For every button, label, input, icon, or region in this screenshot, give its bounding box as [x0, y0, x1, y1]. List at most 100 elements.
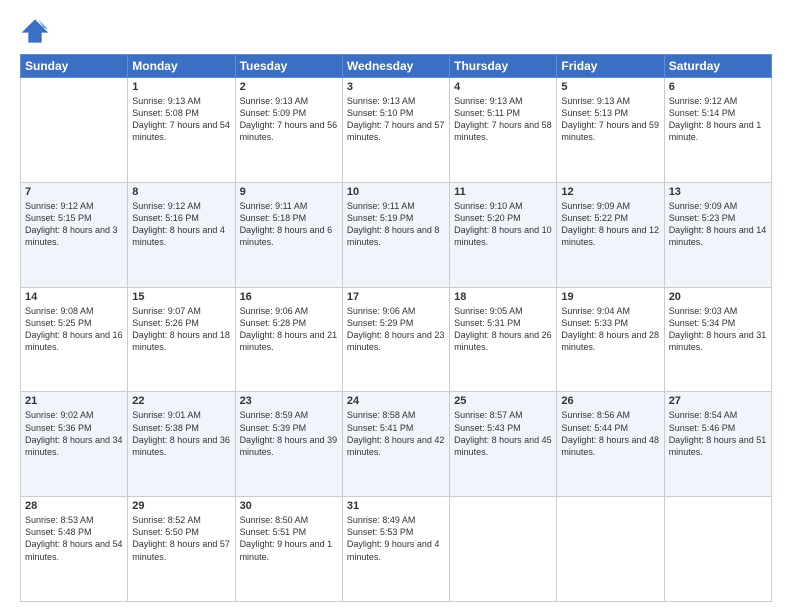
cell-info: Sunrise: 8:53 AM Sunset: 5:48 PM Dayligh…: [25, 514, 123, 563]
weekday-header-friday: Friday: [557, 55, 664, 78]
calendar-cell: 28 Sunrise: 8:53 AM Sunset: 5:48 PM Dayli…: [21, 497, 128, 602]
day-number: 1: [132, 81, 230, 93]
day-number: 16: [240, 291, 338, 303]
cell-info: Sunrise: 9:13 AM Sunset: 5:10 PM Dayligh…: [347, 95, 445, 144]
day-number: 10: [347, 186, 445, 198]
calendar-cell: 15 Sunrise: 9:07 AM Sunset: 5:26 PM Dayli…: [128, 287, 235, 392]
weekday-header-wednesday: Wednesday: [342, 55, 449, 78]
calendar-cell: 14Sunrise: 9:08 AM Sunset: 5:25 PM Dayli…: [21, 287, 128, 392]
day-number: 6: [669, 81, 767, 93]
day-number: 7: [25, 186, 123, 198]
calendar-cell: 23Sunrise: 8:59 AM Sunset: 5:39 PM Dayli…: [235, 392, 342, 497]
calendar-cell: 1 Sunrise: 9:13 AM Sunset: 5:08 PM Daylig…: [128, 78, 235, 183]
day-number: 27: [669, 395, 767, 407]
weekday-header-monday: Monday: [128, 55, 235, 78]
day-number: 21: [25, 395, 123, 407]
day-number: 5: [561, 81, 659, 93]
cell-info: Sunrise: 9:13 AM Sunset: 5:13 PM Dayligh…: [561, 95, 659, 144]
cell-info: Sunrise: 9:09 AM Sunset: 5:22 PM Dayligh…: [561, 200, 659, 249]
page-header: [20, 16, 772, 46]
calendar-cell: 10 Sunrise: 9:11 AM Sunset: 5:19 PM Dayli…: [342, 182, 449, 287]
calendar-cell: 18Sunrise: 9:05 AM Sunset: 5:31 PM Dayli…: [450, 287, 557, 392]
day-number: 15: [132, 291, 230, 303]
cell-info: Sunrise: 9:01 AM Sunset: 5:38 PM Dayligh…: [132, 409, 230, 458]
day-number: 29: [132, 500, 230, 512]
calendar-cell: 7 Sunrise: 9:12 AM Sunset: 5:15 PM Daylig…: [21, 182, 128, 287]
calendar-cell: 30 Sunrise: 8:50 AM Sunset: 5:51 PM Dayli…: [235, 497, 342, 602]
calendar-cell: 24 Sunrise: 8:58 AM Sunset: 5:41 PM Dayli…: [342, 392, 449, 497]
calendar-cell: 3 Sunrise: 9:13 AM Sunset: 5:10 PM Daylig…: [342, 78, 449, 183]
cell-info: Sunrise: 9:07 AM Sunset: 5:26 PM Dayligh…: [132, 305, 230, 354]
cell-info: Sunrise: 8:56 AM Sunset: 5:44 PM Dayligh…: [561, 409, 659, 458]
calendar-cell: [450, 497, 557, 602]
day-number: 30: [240, 500, 338, 512]
calendar-cell: 17Sunrise: 9:06 AM Sunset: 5:29 PM Dayli…: [342, 287, 449, 392]
calendar-cell: 27 Sunrise: 8:54 AM Sunset: 5:46 PM Dayli…: [664, 392, 771, 497]
calendar-table: SundayMondayTuesdayWednesdayThursdayFrid…: [20, 54, 772, 602]
calendar-cell: 29 Sunrise: 8:52 AM Sunset: 5:50 PM Dayli…: [128, 497, 235, 602]
calendar-cell: [557, 497, 664, 602]
weekday-header-saturday: Saturday: [664, 55, 771, 78]
cell-info: Sunrise: 9:06 AM Sunset: 5:28 PM Dayligh…: [240, 305, 338, 354]
logo-icon: [20, 16, 50, 46]
cell-info: Sunrise: 8:59 AM Sunset: 5:39 PM Dayligh…: [240, 409, 338, 458]
day-number: 14: [25, 291, 123, 303]
cell-info: Sunrise: 9:03 AM Sunset: 5:34 PM Dayligh…: [669, 305, 767, 354]
calendar-cell: 12 Sunrise: 9:09 AM Sunset: 5:22 PM Dayli…: [557, 182, 664, 287]
calendar-cell: 4 Sunrise: 9:13 AM Sunset: 5:11 PM Daylig…: [450, 78, 557, 183]
cell-info: Sunrise: 9:12 AM Sunset: 5:16 PM Dayligh…: [132, 200, 230, 249]
calendar-cell: 8 Sunrise: 9:12 AM Sunset: 5:16 PM Daylig…: [128, 182, 235, 287]
day-number: 31: [347, 500, 445, 512]
calendar-cell: 19 Sunrise: 9:04 AM Sunset: 5:33 PM Dayli…: [557, 287, 664, 392]
week-row-2: 14Sunrise: 9:08 AM Sunset: 5:25 PM Dayli…: [21, 287, 772, 392]
day-number: 11: [454, 186, 552, 198]
cell-info: Sunrise: 9:04 AM Sunset: 5:33 PM Dayligh…: [561, 305, 659, 354]
day-number: 9: [240, 186, 338, 198]
calendar-cell: 21 Sunrise: 9:02 AM Sunset: 5:36 PM Dayli…: [21, 392, 128, 497]
week-row-0: 1 Sunrise: 9:13 AM Sunset: 5:08 PM Daylig…: [21, 78, 772, 183]
calendar-cell: 5 Sunrise: 9:13 AM Sunset: 5:13 PM Daylig…: [557, 78, 664, 183]
day-number: 25: [454, 395, 552, 407]
weekday-header-tuesday: Tuesday: [235, 55, 342, 78]
day-number: 13: [669, 186, 767, 198]
cell-info: Sunrise: 9:13 AM Sunset: 5:09 PM Dayligh…: [240, 95, 338, 144]
calendar-cell: 22 Sunrise: 9:01 AM Sunset: 5:38 PM Dayli…: [128, 392, 235, 497]
cell-info: Sunrise: 9:11 AM Sunset: 5:18 PM Dayligh…: [240, 200, 338, 249]
day-number: 28: [25, 500, 123, 512]
cell-info: Sunrise: 8:50 AM Sunset: 5:51 PM Dayligh…: [240, 514, 338, 563]
cell-info: Sunrise: 8:58 AM Sunset: 5:41 PM Dayligh…: [347, 409, 445, 458]
cell-info: Sunrise: 9:11 AM Sunset: 5:19 PM Dayligh…: [347, 200, 445, 249]
cell-info: Sunrise: 9:09 AM Sunset: 5:23 PM Dayligh…: [669, 200, 767, 249]
week-row-3: 21 Sunrise: 9:02 AM Sunset: 5:36 PM Dayli…: [21, 392, 772, 497]
calendar-cell: 16 Sunrise: 9:06 AM Sunset: 5:28 PM Dayli…: [235, 287, 342, 392]
calendar-cell: [664, 497, 771, 602]
cell-info: Sunrise: 9:12 AM Sunset: 5:14 PM Dayligh…: [669, 95, 767, 144]
cell-info: Sunrise: 9:13 AM Sunset: 5:11 PM Dayligh…: [454, 95, 552, 144]
cell-info: Sunrise: 8:52 AM Sunset: 5:50 PM Dayligh…: [132, 514, 230, 563]
week-row-1: 7 Sunrise: 9:12 AM Sunset: 5:15 PM Daylig…: [21, 182, 772, 287]
cell-info: Sunrise: 8:57 AM Sunset: 5:43 PM Dayligh…: [454, 409, 552, 458]
calendar-cell: 9 Sunrise: 9:11 AM Sunset: 5:18 PM Daylig…: [235, 182, 342, 287]
calendar-cell: 20 Sunrise: 9:03 AM Sunset: 5:34 PM Dayli…: [664, 287, 771, 392]
day-number: 20: [669, 291, 767, 303]
cell-info: Sunrise: 8:54 AM Sunset: 5:46 PM Dayligh…: [669, 409, 767, 458]
week-row-4: 28 Sunrise: 8:53 AM Sunset: 5:48 PM Dayli…: [21, 497, 772, 602]
weekday-header-row: SundayMondayTuesdayWednesdayThursdayFrid…: [21, 55, 772, 78]
day-number: 19: [561, 291, 659, 303]
day-number: 12: [561, 186, 659, 198]
calendar-cell: 2Sunrise: 9:13 AM Sunset: 5:09 PM Daylig…: [235, 78, 342, 183]
logo: [20, 16, 54, 46]
calendar-cell: 25 Sunrise: 8:57 AM Sunset: 5:43 PM Dayli…: [450, 392, 557, 497]
cell-info: Sunrise: 9:02 AM Sunset: 5:36 PM Dayligh…: [25, 409, 123, 458]
day-number: 3: [347, 81, 445, 93]
calendar-cell: 31 Sunrise: 8:49 AM Sunset: 5:53 PM Dayli…: [342, 497, 449, 602]
cell-info: Sunrise: 9:12 AM Sunset: 5:15 PM Dayligh…: [25, 200, 123, 249]
day-number: 24: [347, 395, 445, 407]
day-number: 17: [347, 291, 445, 303]
cell-info: Sunrise: 9:13 AM Sunset: 5:08 PM Dayligh…: [132, 95, 230, 144]
day-number: 22: [132, 395, 230, 407]
cell-info: Sunrise: 8:49 AM Sunset: 5:53 PM Dayligh…: [347, 514, 445, 563]
day-number: 8: [132, 186, 230, 198]
weekday-header-thursday: Thursday: [450, 55, 557, 78]
day-number: 4: [454, 81, 552, 93]
